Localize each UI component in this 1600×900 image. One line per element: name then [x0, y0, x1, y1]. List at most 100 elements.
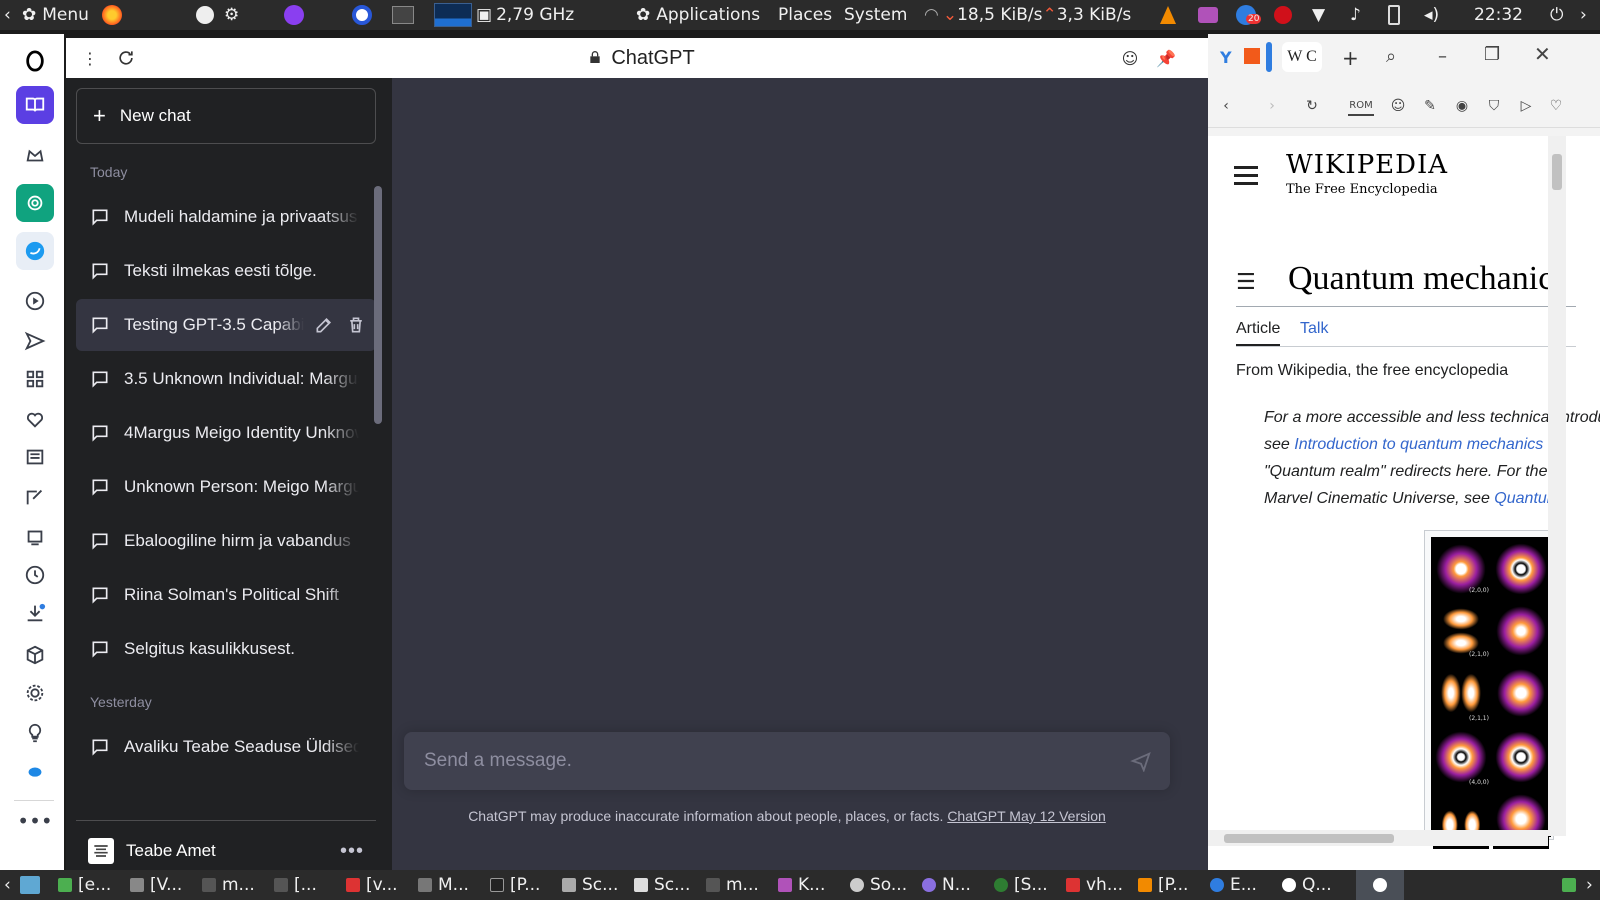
bell-tray-icon[interactable]: ♪ [1350, 0, 1361, 30]
settings-gear-icon[interactable] [16, 674, 54, 712]
show-desktop-button[interactable] [20, 870, 46, 900]
taskbar-item[interactable]: [S... [994, 870, 1048, 900]
taskbar-item[interactable]: N... [922, 870, 971, 900]
taskbar-item[interactable]: K... [778, 870, 825, 900]
conversation-item[interactable]: Riina Solman's Political Shift [76, 569, 376, 621]
applications-menu[interactable]: ✿ Applications [636, 0, 760, 30]
opera-logo-icon[interactable] [16, 42, 54, 80]
taskbar-item[interactable]: [V... [130, 870, 182, 900]
trash-tray-icon[interactable] [1562, 870, 1582, 900]
taskbar-item[interactable]: [P... [1138, 870, 1188, 900]
forward-icon[interactable]: › [1262, 96, 1282, 116]
close-icon[interactable]: ✕ [1534, 42, 1551, 66]
accessibility-icon[interactable] [196, 0, 214, 30]
taskbar-item[interactable]: E... [1210, 870, 1257, 900]
taskbar-item[interactable]: Sc... [634, 870, 690, 900]
taskbar-scroll-right[interactable]: › [1586, 870, 1593, 900]
opera-launcher-icon[interactable] [352, 0, 372, 30]
settings-launcher-icon[interactable]: ⚙ [224, 0, 239, 30]
conversation-item[interactable]: Teksti ilmekas eesti tõlge. [76, 245, 376, 297]
tabs-icon[interactable] [16, 518, 54, 556]
reload-icon[interactable]: ↻ [1302, 96, 1322, 116]
menu-button[interactable]: ✿ Menu [22, 0, 89, 30]
crown-icon[interactable] [16, 136, 54, 174]
page-horizontal-scrollbar[interactable] [1208, 830, 1548, 846]
wifi-tray-icon[interactable]: ▼ [1312, 0, 1325, 30]
tips-lightbulb-icon[interactable] [16, 714, 54, 752]
taskbar-item[interactable]: Sc... [562, 870, 618, 900]
wikipedia-tab[interactable]: W C [1282, 42, 1322, 72]
notification-tray-icon[interactable]: 20 [1236, 0, 1262, 30]
messenger-icon[interactable] [16, 754, 54, 792]
more-options-icon[interactable]: ••• [340, 840, 364, 863]
twitter-sidebar-icon[interactable] [16, 232, 54, 270]
tab-talk[interactable]: Talk [1300, 320, 1328, 338]
search-icon[interactable]: ⌕ [1386, 46, 1396, 67]
back-icon[interactable]: ‹ [1216, 96, 1236, 116]
tab-article[interactable]: Article [1236, 320, 1280, 338]
places-menu[interactable]: Places [778, 0, 832, 30]
podcast-app-icon[interactable] [284, 0, 304, 30]
player-icon[interactable] [16, 282, 54, 320]
scrollbar-thumb[interactable] [1552, 154, 1562, 190]
downloads-icon[interactable] [16, 594, 54, 632]
bookmarks-heart-icon[interactable] [16, 400, 54, 438]
taskbar-item[interactable]: M... [418, 870, 469, 900]
send-icon[interactable] [1130, 750, 1152, 772]
new-chat-button[interactable]: + New chat [76, 88, 376, 144]
power-icon[interactable]: ⏻ [1550, 0, 1563, 30]
edit-pencil-icon[interactable] [314, 315, 334, 335]
camera-icon[interactable]: ◉ [1452, 96, 1472, 116]
vlc-tray-icon[interactable] [1160, 0, 1176, 30]
panel-scroll-right[interactable]: › [1580, 0, 1587, 30]
message-input[interactable] [424, 750, 1104, 772]
user-menu[interactable]: Teabe Amet ••• [76, 828, 376, 874]
send-flow-icon[interactable] [16, 322, 54, 360]
clock[interactable]: 22:32 [1474, 0, 1523, 30]
emoji-icon[interactable]: ☺ [1118, 46, 1142, 70]
taskbar-item-active[interactable] [1356, 870, 1404, 900]
taskbar-item[interactable]: [P... [490, 870, 540, 900]
maximize-icon[interactable]: ❐ [1484, 44, 1500, 65]
pin-icon[interactable]: 📌 [1154, 46, 1178, 70]
emoji-icon[interactable]: ☺ [1388, 96, 1408, 116]
taskbar-item[interactable]: m... [202, 870, 255, 900]
chatgpt-sidebar-icon[interactable] [16, 184, 54, 222]
taskbar-item[interactable]: Q... [1282, 870, 1332, 900]
sidebar-scrollbar[interactable] [374, 186, 382, 424]
tab-favicon-icon[interactable] [1244, 48, 1260, 64]
orbital-image[interactable]: (2,0,0) (2,1,0) (2,1,1) (4,0,0) [1424, 530, 1554, 849]
conversation-item[interactable]: 3.5 Unknown Individual: Margus [76, 353, 376, 405]
hamburger-menu-icon[interactable] [1234, 166, 1258, 185]
taskbar-scroll-left[interactable]: ‹ [4, 870, 11, 900]
vivaldi-tab-icon[interactable]: Y [1220, 48, 1232, 67]
conversation-item[interactable]: Mudeli haldamine ja privaatsus [76, 191, 376, 243]
conversation-item[interactable]: Avaliku Teabe Seaduse Üldised [76, 721, 376, 773]
table-of-contents-icon[interactable]: ☰ [1236, 270, 1256, 295]
record-tray-icon[interactable] [1274, 0, 1292, 30]
volume-tray-icon[interactable]: ◂) [1424, 0, 1439, 30]
rom-icon[interactable]: ROM [1348, 96, 1374, 116]
battery-tray-icon[interactable] [1388, 0, 1400, 30]
history-clock-icon[interactable] [16, 556, 54, 594]
terminal-launcher-icon[interactable] [392, 0, 414, 30]
shield-icon[interactable]: ⛉ [1484, 96, 1504, 116]
new-tab-button[interactable]: + [1342, 46, 1359, 70]
taskbar-item[interactable]: So... [850, 870, 907, 900]
edit-icon[interactable]: ✎ [1420, 96, 1440, 116]
taskbar-item[interactable]: m... [706, 870, 759, 900]
delete-trash-icon[interactable] [346, 315, 366, 335]
workspace-icon[interactable] [16, 86, 54, 124]
panel-scroll-left[interactable]: ‹ [4, 0, 11, 30]
system-menu[interactable]: System [844, 0, 907, 30]
extensions-cube-icon[interactable] [16, 636, 54, 674]
media-tray-icon[interactable] [1198, 0, 1218, 30]
speed-dial-icon[interactable] [16, 360, 54, 398]
heart-icon[interactable]: ♡ [1546, 96, 1566, 116]
taskbar-item[interactable]: vh... [1066, 870, 1123, 900]
conversation-item[interactable]: 4Margus Meigo Identity Unknown [76, 407, 376, 459]
intro-quantum-link[interactable]: Introduction to quantum mechanics [1294, 436, 1543, 453]
taskbar-item[interactable]: [v... [346, 870, 398, 900]
conversation-item[interactable]: Selgitus kasulikkusest. [76, 623, 376, 675]
firefox-launcher-icon[interactable] [102, 0, 122, 30]
